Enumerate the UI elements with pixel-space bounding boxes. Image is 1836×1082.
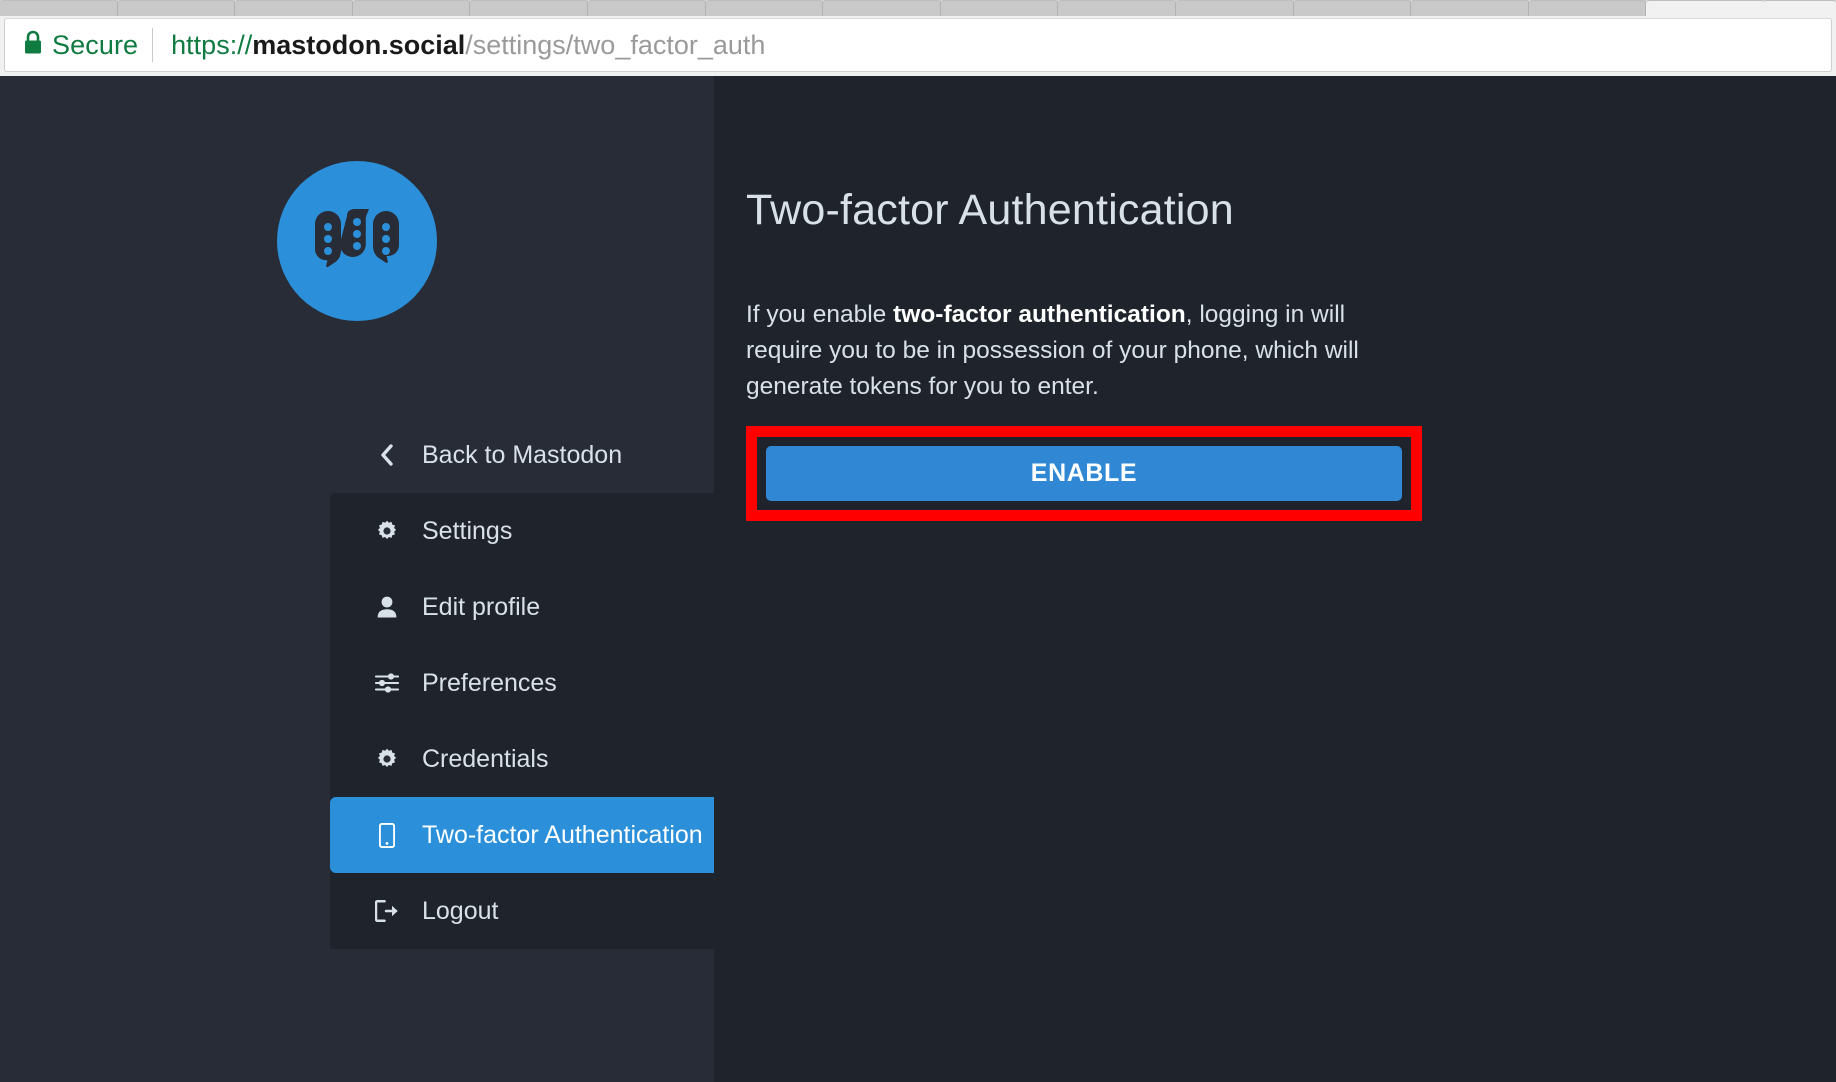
browser-chrome: Secure https://mastodon.social/settings/… bbox=[0, 0, 1836, 76]
browser-tab[interactable] bbox=[1293, 0, 1412, 16]
url-scheme: https:// bbox=[171, 29, 253, 60]
tab-strip[interactable] bbox=[0, 0, 1836, 16]
sidebar: Back to Mastodon Settings Edit profile P… bbox=[0, 76, 714, 1082]
browser-tab[interactable] bbox=[1058, 0, 1176, 16]
sidebar-item-label: Preferences bbox=[422, 668, 557, 697]
browser-tab[interactable] bbox=[0, 0, 118, 16]
sidebar-item-label: Logout bbox=[422, 896, 499, 925]
sidebar-item-logout[interactable]: Logout bbox=[330, 873, 714, 949]
description-text: If you enable two-factor authentication,… bbox=[746, 297, 1361, 404]
browser-tab[interactable] bbox=[352, 0, 471, 16]
browser-tab[interactable] bbox=[470, 0, 588, 16]
enable-button-highlight: ENABLE bbox=[746, 426, 1422, 522]
sidebar-item-label: Settings bbox=[422, 516, 513, 545]
logo-container bbox=[0, 76, 714, 321]
browser-tab[interactable] bbox=[1175, 0, 1294, 16]
settings-nav: Back to Mastodon Settings Edit profile P… bbox=[0, 417, 714, 949]
browser-tab[interactable] bbox=[117, 0, 236, 16]
sidebar-item-label: Two-factor Authentication bbox=[422, 820, 703, 849]
security-indicator[interactable]: Secure bbox=[15, 28, 152, 62]
secure-label: Secure bbox=[52, 29, 139, 60]
sidebar-item-preferences[interactable]: Preferences bbox=[330, 645, 714, 721]
url-host: mastodon.social bbox=[252, 29, 466, 60]
sidebar-nav-list: Settings Edit profile Preferences Creden… bbox=[330, 493, 714, 949]
sidebar-item-label: Edit profile bbox=[422, 592, 541, 621]
sidebar-item-edit-profile[interactable]: Edit profile bbox=[330, 569, 714, 645]
mastodon-logo-icon bbox=[277, 161, 437, 321]
browser-tab[interactable] bbox=[823, 0, 941, 16]
sidebar-item-credentials[interactable]: Credentials bbox=[330, 721, 714, 797]
browser-tab[interactable] bbox=[705, 0, 824, 16]
sidebar-item-back-to-mastodon[interactable]: Back to Mastodon bbox=[0, 417, 714, 493]
gear-icon bbox=[374, 520, 400, 542]
url-text: https://mastodon.social/settings/two_fac… bbox=[171, 30, 765, 61]
address-bar[interactable]: Secure https://mastodon.social/settings/… bbox=[4, 18, 1832, 72]
sidebar-item-settings[interactable]: Settings bbox=[330, 493, 714, 569]
description-prefix: If you enable bbox=[746, 301, 894, 328]
main-content: Two-factor Authentication If you enable … bbox=[714, 76, 1836, 1082]
browser-tab-active[interactable] bbox=[1646, 0, 1764, 16]
page-title: Two-factor Authentication bbox=[746, 186, 1234, 234]
sidebar-item-two-factor-authentication[interactable]: Two-factor Authentication bbox=[330, 797, 714, 873]
description-bold: two-factor authentication bbox=[893, 301, 1186, 328]
sign-out-icon bbox=[374, 900, 400, 922]
browser-tab[interactable] bbox=[1763, 0, 1836, 16]
browser-tab[interactable] bbox=[235, 0, 353, 16]
gear-icon bbox=[374, 748, 400, 770]
enable-button[interactable]: ENABLE bbox=[766, 446, 1402, 502]
sidebar-item-label: Credentials bbox=[422, 744, 549, 773]
chevron-left-icon bbox=[374, 443, 400, 467]
sidebar-item-label: Back to Mastodon bbox=[422, 440, 623, 469]
omnibar-row: Secure https://mastodon.social/settings/… bbox=[0, 16, 1836, 76]
sliders-icon bbox=[374, 672, 400, 694]
browser-tab[interactable] bbox=[940, 0, 1059, 16]
url-path: /settings/two_factor_auth bbox=[465, 29, 766, 60]
browser-tab[interactable] bbox=[1528, 0, 1647, 16]
user-icon bbox=[374, 596, 400, 618]
lock-icon bbox=[23, 30, 43, 60]
browser-tab[interactable] bbox=[587, 0, 706, 16]
mobile-icon bbox=[374, 822, 400, 848]
settings-page: Back to Mastodon Settings Edit profile P… bbox=[0, 76, 1836, 1082]
browser-tab[interactable] bbox=[1411, 0, 1529, 16]
omnibox-divider bbox=[152, 28, 154, 62]
